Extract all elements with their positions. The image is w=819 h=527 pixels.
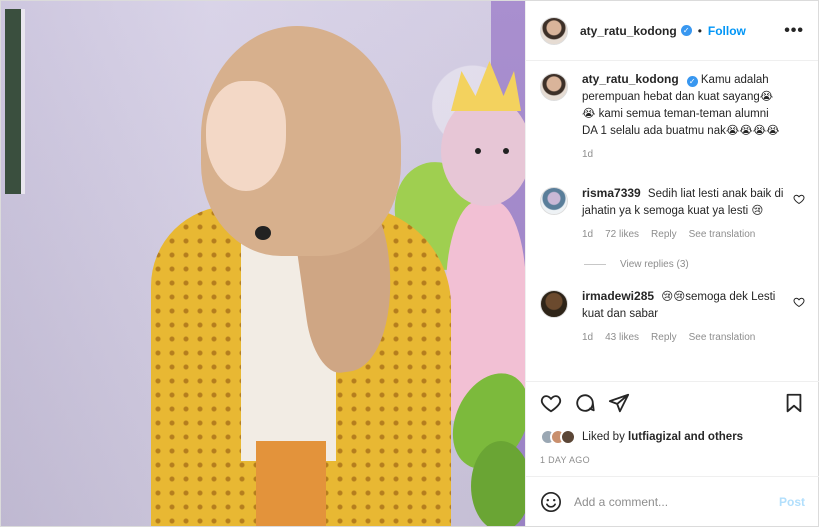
- comment-body: irmadewi285 😢😢semoga dek Lesti kuat dan …: [582, 288, 786, 346]
- caption-time: 1d: [582, 149, 594, 160]
- cartoon-eye: [503, 148, 509, 154]
- photo-orange-skirt: [256, 441, 326, 526]
- caption-body: aty_ratu_kodong ✓ Kamu adalah perempuan h…: [582, 71, 786, 163]
- caption-username[interactable]: aty_ratu_kodong: [582, 72, 679, 86]
- view-replies-label: View replies (3): [620, 259, 689, 270]
- verified-badge-icon: ✓: [680, 25, 692, 36]
- comment-like-heart-icon[interactable]: [793, 193, 805, 205]
- liked-by-text: Liked by lutfiagizal and others: [582, 431, 743, 443]
- photo-clip-mic: [255, 226, 271, 240]
- comment-time: 1d: [582, 229, 594, 240]
- paper-plane-icon[interactable]: [608, 392, 630, 414]
- comments-list[interactable]: aty_ratu_kodong ✓ Kamu adalah perempuan h…: [526, 61, 819, 381]
- caption: aty_ratu_kodong ✓ Kamu adalah perempuan h…: [540, 71, 805, 163]
- header-separator: •: [697, 23, 702, 38]
- add-comment-bar: Post: [526, 476, 819, 526]
- liked-by-row: Liked by lutfiagizal and others: [540, 426, 743, 448]
- see-translation-button[interactable]: See translation: [689, 226, 756, 243]
- comment-avatar[interactable]: [540, 187, 568, 215]
- comment-avatar[interactable]: [540, 290, 568, 318]
- photo-face: [206, 81, 286, 191]
- liked-by-others[interactable]: and others: [684, 431, 743, 443]
- post-photo[interactable]: [1, 1, 525, 526]
- comment-likes-count[interactable]: 72 likes: [605, 226, 639, 243]
- photo-leaf: [471, 441, 525, 526]
- bookmark-icon[interactable]: [783, 392, 805, 414]
- photo-screen-edge: [5, 9, 25, 194]
- comment-item: irmadewi285 😢😢semoga dek Lesti kuat dan …: [540, 288, 805, 346]
- comment-meta: 1d 72 likes Reply See translation: [582, 226, 786, 243]
- liker-avatar: [560, 429, 576, 445]
- caption-meta: 1d: [582, 146, 786, 163]
- comment-item: risma7339 Sedih liat lesti anak baik di …: [540, 185, 805, 243]
- comment-username[interactable]: irmadewi285: [582, 289, 654, 303]
- post-header: aty_ratu_kodong ✓ • Follow •••: [526, 1, 818, 61]
- photo-cartoon-head: [441, 96, 525, 206]
- comment-icon[interactable]: [574, 392, 596, 414]
- author-username[interactable]: aty_ratu_kodong: [580, 24, 677, 38]
- view-replies-line: [584, 264, 606, 265]
- comment-time: 1d: [582, 332, 594, 343]
- instagram-post-modal: aty_ratu_kodong ✓ • Follow ••• aty_ratu_…: [0, 0, 819, 527]
- follow-button[interactable]: Follow: [708, 24, 746, 38]
- comment-meta: 1d 43 likes Reply See translation: [582, 329, 786, 346]
- heart-icon[interactable]: [540, 392, 562, 414]
- more-options-icon[interactable]: •••: [784, 22, 804, 40]
- emoji-icon[interactable]: [540, 491, 562, 513]
- verified-badge-icon: ✓: [686, 76, 698, 87]
- caption-avatar[interactable]: [540, 73, 568, 101]
- comment-input[interactable]: [574, 494, 764, 509]
- post-comment-button[interactable]: Post: [779, 495, 805, 509]
- reply-button[interactable]: Reply: [651, 226, 677, 243]
- cartoon-eye: [475, 148, 481, 154]
- action-bar: [526, 381, 819, 423]
- comment-likes-count[interactable]: 43 likes: [605, 329, 639, 346]
- liked-by-prefix: Liked by: [582, 431, 625, 443]
- comment-username[interactable]: risma7339: [582, 186, 641, 200]
- see-translation-button[interactable]: See translation: [689, 329, 756, 346]
- reply-button[interactable]: Reply: [651, 329, 677, 346]
- liked-by-user[interactable]: lutfiagizal: [628, 431, 681, 443]
- comment-like-heart-icon[interactable]: [793, 296, 805, 308]
- post-date[interactable]: 1 DAY AGO: [540, 455, 590, 465]
- view-replies-button[interactable]: View replies (3): [584, 259, 805, 270]
- comment-body: risma7339 Sedih liat lesti anak baik di …: [582, 185, 786, 243]
- post-side-panel: aty_ratu_kodong ✓ • Follow ••• aty_ratu_…: [525, 1, 819, 526]
- author-avatar[interactable]: [540, 16, 568, 45]
